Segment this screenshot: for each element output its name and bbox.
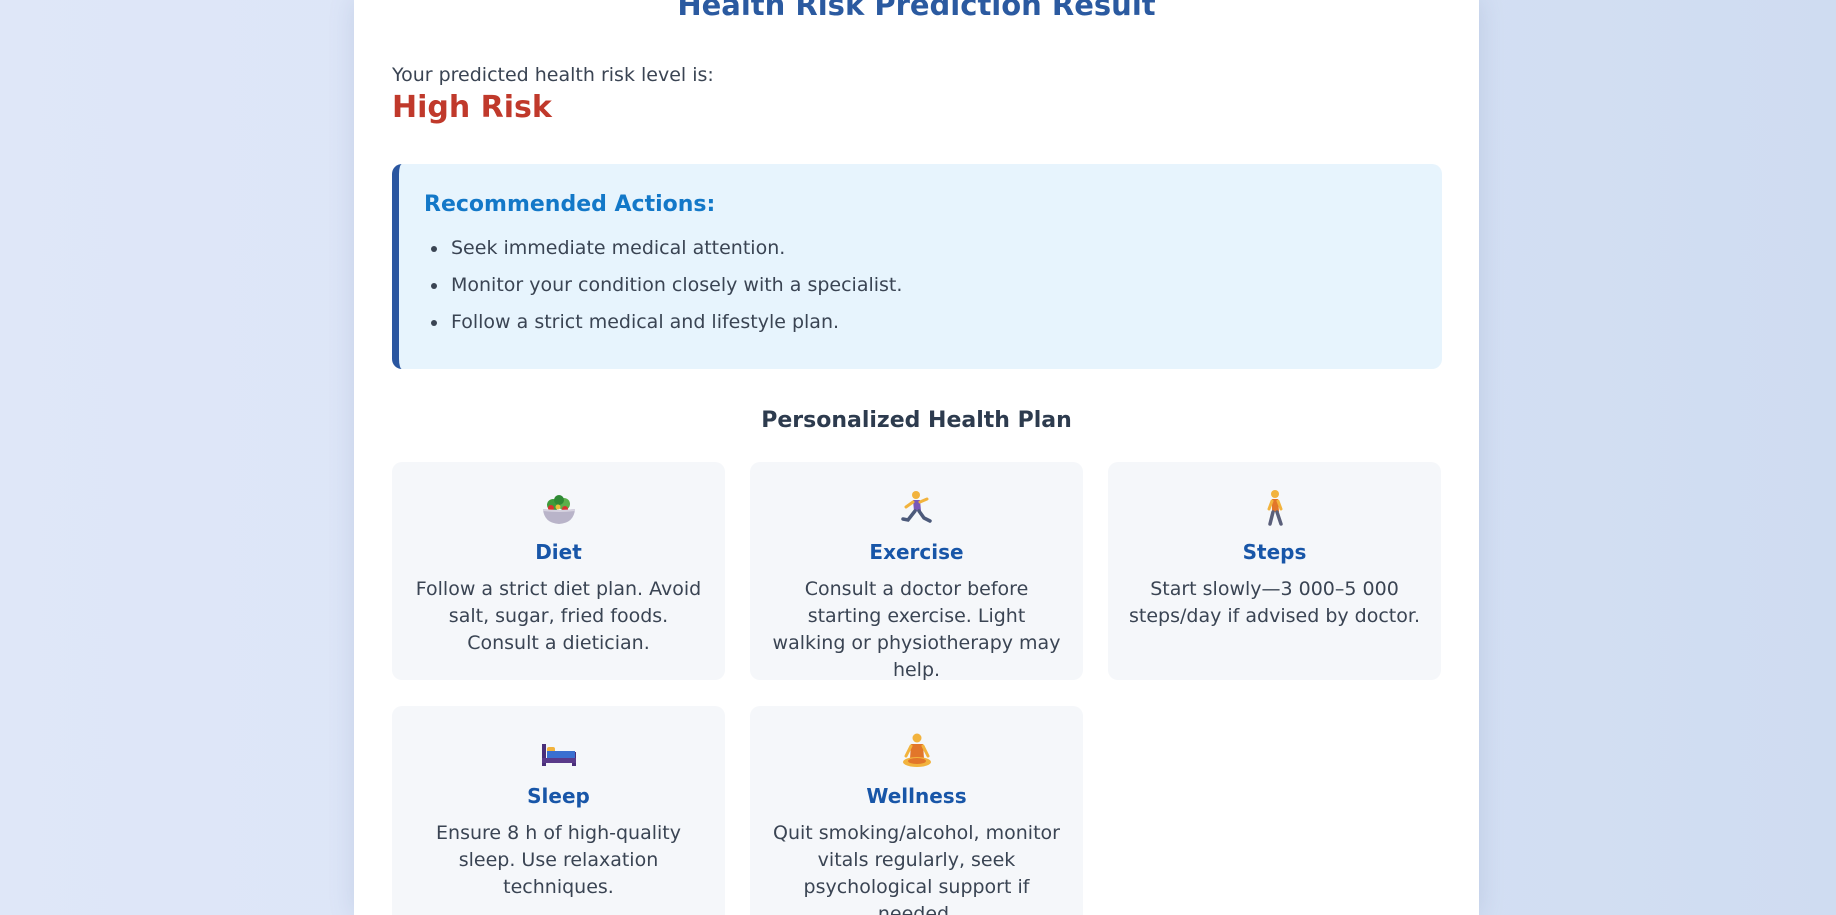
- plan-card-title: Sleep: [527, 784, 590, 808]
- meditation-person-icon: [902, 733, 931, 767]
- recommended-action-item: Monitor your condition closely with a sp…: [449, 267, 902, 304]
- salad-bowl-icon: [542, 495, 575, 524]
- running-person-icon: [900, 491, 932, 523]
- plan-card-description: Follow a strict diet plan. Avoid salt, s…: [415, 578, 702, 654]
- plan-card-exercise: Exercise Consult a doctor before startin…: [750, 462, 1083, 681]
- plan-card-title: Steps: [1242, 540, 1307, 564]
- bed-icon: [541, 744, 576, 766]
- plan-card-description: Consult a doctor before starting exercis…: [772, 578, 1061, 681]
- plan-card-title: Diet: [535, 540, 582, 564]
- plan-card-title: Exercise: [869, 540, 964, 564]
- risk-level-value: High Risk: [392, 90, 552, 125]
- plan-card-description: Ensure 8 h of high-quality sleep. Use re…: [436, 822, 681, 898]
- plan-card-sleep: Sleep Ensure 8 h of high-quality sleep. …: [392, 706, 725, 915]
- plan-card-title: Wellness: [866, 784, 967, 808]
- plan-card-diet: Diet Follow a strict diet plan. Avoid sa…: [392, 462, 725, 680]
- recommended-action-item: Seek immediate medical attention.: [449, 230, 902, 267]
- result-card: Health Risk Prediction Result Your predi…: [354, 0, 1479, 915]
- health-plan-title: Personalized Health Plan: [761, 408, 1072, 433]
- plan-card-steps: Steps Start slowly—3 000–5 000 steps/day…: [1108, 462, 1441, 680]
- plan-card-description: Quit smoking/alcohol, monitor vitals reg…: [773, 822, 1060, 915]
- walking-person-icon: [1267, 490, 1283, 526]
- plan-card-wellness: Wellness Quit smoking/alcohol, monitor v…: [750, 706, 1083, 915]
- recommended-action-item: Follow a strict medical and lifestyle pl…: [449, 304, 902, 341]
- recommended-actions-list: Seek immediate medical attention. Monito…: [424, 230, 902, 341]
- plan-card-description: Start slowly—3 000–5 000 steps/day if ad…: [1129, 578, 1420, 627]
- recommended-actions-title: Recommended Actions:: [424, 192, 716, 217]
- risk-level-label: Your predicted health risk level is:: [392, 64, 714, 86]
- page-title: Health Risk Prediction Result: [677, 0, 1156, 22]
- recommended-actions-panel: Recommended Actions: Seek immediate medi…: [392, 164, 1442, 369]
